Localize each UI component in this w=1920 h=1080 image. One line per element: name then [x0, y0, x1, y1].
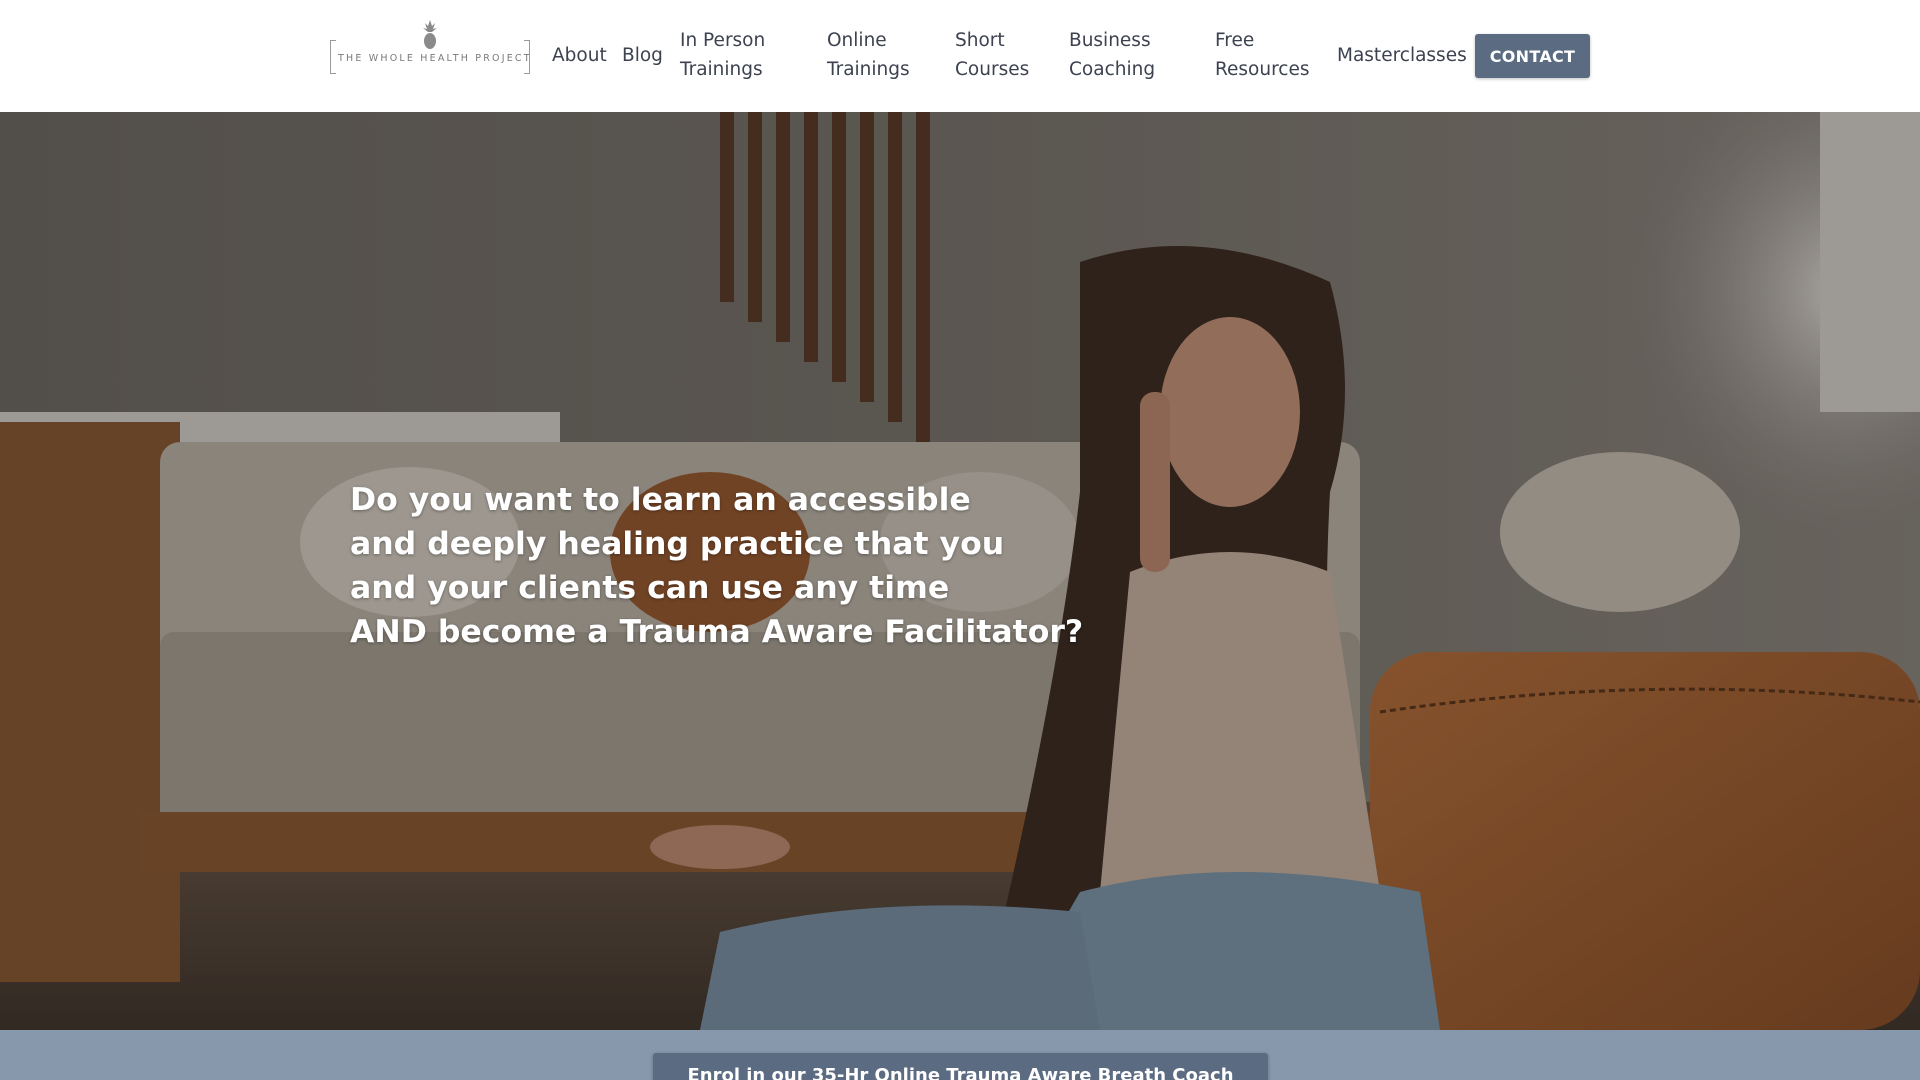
- logo-bracket-left: [330, 40, 336, 74]
- hero-heading-line: AND become a Trauma Aware Facilitator?: [350, 614, 1084, 650]
- cta-band: Enrol in our 35-Hr Online Trauma Aware B…: [0, 1030, 1920, 1080]
- logo-text: THE WHOLE HEALTH PROJECT: [338, 53, 532, 64]
- hero-heading-line: and your clients can use any time: [350, 570, 950, 606]
- site-logo[interactable]: THE WHOLE HEALTH PROJECT: [328, 18, 532, 78]
- site-header: THE WHOLE HEALTH PROJECT About Blog In P…: [0, 0, 1920, 112]
- hero-heading-line: and deeply healing practice that you: [350, 526, 1005, 562]
- hero-heading: Do you want to learn an accessible and d…: [350, 478, 1084, 654]
- nav-item-short-courses[interactable]: Short Courses: [955, 26, 1045, 84]
- nav-item-online-trainings[interactable]: Online Trainings: [827, 26, 937, 84]
- nav-item-in-person-trainings[interactable]: In Person Trainings: [680, 26, 800, 84]
- nav-item-business-coaching[interactable]: Business Coaching: [1069, 26, 1179, 84]
- enrol-button[interactable]: Enrol in our 35-Hr Online Trauma Aware B…: [653, 1053, 1268, 1080]
- pineapple-icon: [423, 20, 437, 49]
- hero-heading-line: Do you want to learn an accessible: [350, 482, 971, 518]
- nav-item-masterclasses[interactable]: Masterclasses: [1337, 41, 1467, 70]
- logo-bracket-right: [524, 40, 530, 74]
- nav-item-about[interactable]: About: [552, 41, 607, 70]
- hero-section: Do you want to learn an accessible and d…: [0, 112, 1920, 1030]
- contact-button[interactable]: CONTACT: [1475, 34, 1590, 78]
- nav-item-blog[interactable]: Blog: [622, 41, 663, 70]
- nav-item-free-resources[interactable]: Free Resources: [1215, 26, 1325, 84]
